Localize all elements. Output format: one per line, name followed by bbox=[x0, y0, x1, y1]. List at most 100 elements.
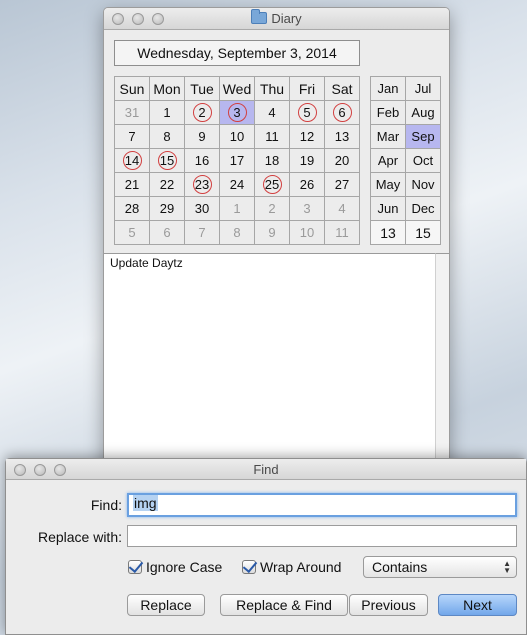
marked-day-number: 6 bbox=[332, 103, 352, 122]
month-cell[interactable]: Apr bbox=[370, 148, 406, 173]
calendar-day-cell[interactable]: 16 bbox=[184, 148, 220, 173]
marked-day-number: 25 bbox=[262, 175, 282, 194]
month-cell[interactable]: Jul bbox=[405, 76, 441, 101]
calendar-day-cell[interactable]: 28 bbox=[114, 196, 150, 221]
calendar-day-cell[interactable]: 11 bbox=[324, 220, 360, 245]
previous-button[interactable]: Previous bbox=[349, 594, 428, 616]
calendar-day-cell[interactable]: 10 bbox=[219, 124, 255, 149]
folder-icon bbox=[251, 9, 268, 24]
calendar-day-cell[interactable]: 1 bbox=[219, 196, 255, 221]
calendar-day-cell[interactable]: 6 bbox=[149, 220, 185, 245]
calendar-day-cell[interactable]: 21 bbox=[114, 172, 150, 197]
calendar-week-row: 14 15 16 17 18 19 20 bbox=[114, 148, 360, 173]
calendar-day-cell[interactable]: 3 bbox=[289, 196, 325, 221]
note-scrollbar[interactable] bbox=[435, 253, 449, 466]
replace-and-find-button[interactable]: Replace & Find bbox=[220, 594, 348, 616]
day-number: 7 bbox=[198, 225, 206, 240]
day-number: 8 bbox=[163, 129, 171, 144]
day-number: 26 bbox=[299, 177, 315, 192]
day-number: 13 bbox=[334, 129, 350, 144]
day-number: 18 bbox=[264, 153, 280, 168]
next-button[interactable]: Next bbox=[438, 594, 517, 616]
calendar-day-cell[interactable]: 9 bbox=[254, 220, 290, 245]
day-number: 1 bbox=[233, 201, 241, 216]
match-mode-select[interactable]: Contains ▲ ▼ bbox=[363, 556, 517, 578]
calendar-day-cell[interactable]: 4 bbox=[254, 100, 290, 125]
calendar-day-cell[interactable]: 20 bbox=[324, 148, 360, 173]
diary-title-text: Diary bbox=[271, 11, 302, 26]
month-cell[interactable]: Dec bbox=[405, 196, 441, 221]
calendar-day-cell[interactable]: 2 bbox=[184, 100, 220, 125]
find-titlebar[interactable]: Find bbox=[6, 459, 526, 480]
calendar-day-cell[interactable]: 9 bbox=[184, 124, 220, 149]
calendar-day-cell[interactable]: 22 bbox=[149, 172, 185, 197]
calendar-day-cell[interactable]: 1 bbox=[149, 100, 185, 125]
day-number: 10 bbox=[229, 129, 245, 144]
calendar-day-cell[interactable]: 19 bbox=[289, 148, 325, 173]
calendar-day-cell[interactable]: 30 bbox=[184, 196, 220, 221]
month-cell[interactable]: Feb bbox=[370, 100, 406, 125]
find-window-title: Find bbox=[253, 462, 279, 477]
ignore-case-label: Ignore Case bbox=[146, 559, 223, 575]
ignore-case-checkbox[interactable]: Ignore Case bbox=[128, 559, 222, 575]
calendar-day-cell[interactable]: 29 bbox=[149, 196, 185, 221]
calendar-day-cell[interactable]: 24 bbox=[219, 172, 255, 197]
month-row: Feb Aug bbox=[370, 100, 441, 125]
calendar-day-cell[interactable]: 8 bbox=[219, 220, 255, 245]
weekday-header: Sun bbox=[114, 76, 150, 101]
day-number: 27 bbox=[334, 177, 350, 192]
match-mode-value: Contains bbox=[372, 559, 428, 575]
calendar-day-cell[interactable]: 8 bbox=[149, 124, 185, 149]
replace-input[interactable] bbox=[127, 525, 517, 547]
month-cell[interactable]: May bbox=[370, 172, 406, 197]
year-right-cell[interactable]: 15 bbox=[405, 220, 441, 245]
year-left-cell[interactable]: 13 bbox=[370, 220, 406, 245]
month-cell[interactable]: Oct bbox=[405, 148, 441, 173]
month-cell[interactable]: Sep bbox=[405, 124, 441, 149]
month-cell[interactable]: Jan bbox=[370, 76, 406, 101]
marked-day-number: 15 bbox=[157, 151, 177, 170]
calendar-day-cell[interactable]: 26 bbox=[289, 172, 325, 197]
day-number: 28 bbox=[124, 201, 140, 216]
find-input[interactable]: img bbox=[127, 493, 517, 517]
day-number: 10 bbox=[299, 225, 315, 240]
calendar-day-cell[interactable]: 4 bbox=[324, 196, 360, 221]
month-row: Jan Jul bbox=[370, 76, 441, 101]
calendar-day-cell[interactable]: 7 bbox=[114, 124, 150, 149]
day-number: 6 bbox=[163, 225, 171, 240]
wrap-around-checkbox[interactable]: Wrap Around bbox=[242, 559, 341, 575]
calendar-day-cell[interactable]: 14 bbox=[114, 148, 150, 173]
calendar-day-cell[interactable]: 2 bbox=[254, 196, 290, 221]
calendar-day-cell[interactable]: 12 bbox=[289, 124, 325, 149]
calendar-day-cell[interactable]: 11 bbox=[254, 124, 290, 149]
note-text-area[interactable]: Update Daytz bbox=[104, 253, 436, 466]
calendar-day-cell[interactable]: 13 bbox=[324, 124, 360, 149]
month-cell[interactable]: Jun bbox=[370, 196, 406, 221]
calendar-day-cell[interactable]: 6 bbox=[324, 100, 360, 125]
month-cell[interactable]: Aug bbox=[405, 100, 441, 125]
calendar-day-cell[interactable]: 5 bbox=[114, 220, 150, 245]
calendar-day-cell[interactable]: 31 bbox=[114, 100, 150, 125]
calendar-day-cell[interactable]: 17 bbox=[219, 148, 255, 173]
calendar-day-cell[interactable]: 25 bbox=[254, 172, 290, 197]
replace-button[interactable]: Replace bbox=[127, 594, 205, 616]
weekday-header-row: Sun Mon Tue Wed Thu Fri Sat bbox=[114, 76, 360, 101]
note-text: Update Daytz bbox=[110, 256, 183, 270]
calendar-day-cell[interactable]: 5 bbox=[289, 100, 325, 125]
month-cell[interactable]: Mar bbox=[370, 124, 406, 149]
calendar-day-cell[interactable]: 10 bbox=[289, 220, 325, 245]
marked-day-number: 2 bbox=[192, 103, 212, 122]
calendar-week-row: 7 8 9 10 11 12 13 bbox=[114, 124, 360, 149]
calendar-grid: Sun Mon Tue Wed Thu Fri Sat 31 1 2 3 4 5 6 7 8 9 10 11 12 1… bbox=[114, 76, 360, 245]
calendar-day-cell[interactable]: 27 bbox=[324, 172, 360, 197]
diary-titlebar[interactable]: Diary bbox=[104, 8, 449, 30]
weekday-header: Tue bbox=[184, 76, 220, 101]
marked-day-number: 14 bbox=[122, 151, 142, 170]
month-cell[interactable]: Nov bbox=[405, 172, 441, 197]
calendar-day-cell[interactable]: 3 bbox=[219, 100, 255, 125]
calendar-day-cell[interactable]: 23 bbox=[184, 172, 220, 197]
calendar-day-cell[interactable]: 15 bbox=[149, 148, 185, 173]
day-number: 4 bbox=[338, 201, 346, 216]
calendar-day-cell[interactable]: 7 bbox=[184, 220, 220, 245]
calendar-day-cell[interactable]: 18 bbox=[254, 148, 290, 173]
